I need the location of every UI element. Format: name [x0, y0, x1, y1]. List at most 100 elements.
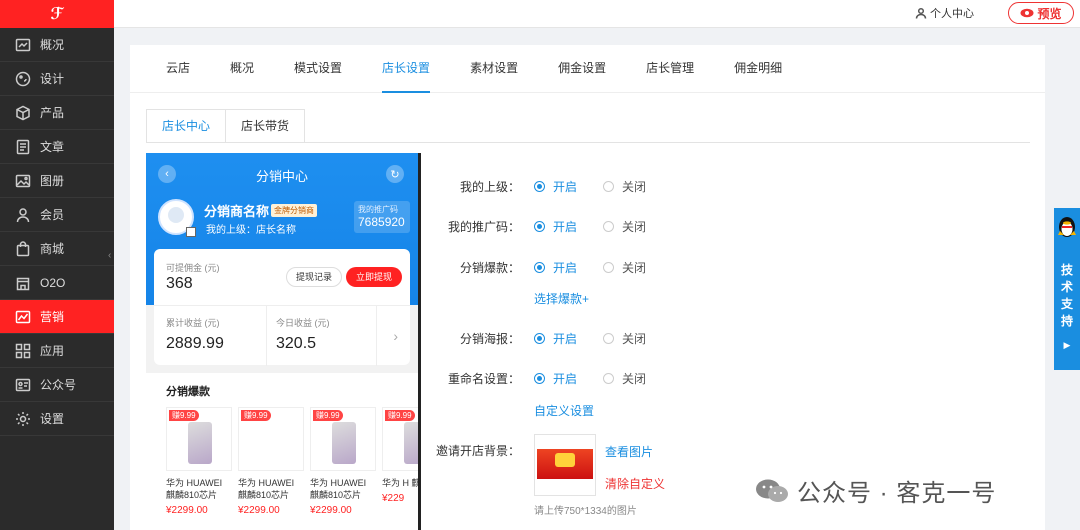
sidebar-item-article[interactable]: 文章 [0, 130, 114, 164]
refresh-icon: ↻ [386, 165, 404, 183]
setting-row-promo-code: 我的推广码： 开启 关闭 [420, 217, 646, 235]
radio-dot [534, 372, 545, 384]
tab-material-settings[interactable]: 素材设置 [470, 45, 518, 93]
product-name: 华为 HUAWEI 麒麟810芯片 [238, 478, 295, 500]
divider [146, 142, 1030, 143]
withdrawable-value: 368 [166, 275, 193, 292]
radio-label: 开启 [553, 219, 578, 234]
tab-commission-details[interactable]: 佣金明细 [734, 45, 782, 93]
tab-overview[interactable]: 概况 [230, 45, 254, 93]
tab-manager-management[interactable]: 店长管理 [646, 45, 694, 93]
user-center-label: 个人中心 [930, 8, 974, 20]
radio-poster-off[interactable]: 关闭 [603, 330, 646, 347]
radio-dot [603, 261, 615, 273]
sidebar-item-label: 概况 [40, 38, 65, 52]
radio-label: 关闭 [622, 179, 647, 194]
today-earnings-value: 320.5 [276, 335, 317, 352]
view-image-link[interactable]: 查看图片 [605, 443, 653, 460]
sidebar-item-design[interactable]: 设计 [0, 62, 114, 96]
sidebar-item-label: 应用 [40, 344, 65, 358]
user-icon [14, 206, 32, 224]
sidebar-item-label: 产品 [40, 106, 65, 120]
withdrawable-card: 可提佣金 (元) 368 提现记录 立即提现 [154, 249, 410, 305]
subtab-manager-selling[interactable]: 店长带货 [225, 109, 306, 143]
upload-hint: 请上传750*1334的图片 [534, 506, 637, 517]
product-price: ¥229 [382, 493, 405, 504]
parent-store-label: 我的上级：店长名称 [206, 225, 296, 236]
qq-penguin-icon [1058, 217, 1076, 237]
product-name: 华为 H 麒麟810 [382, 478, 421, 488]
tech-support-label: 技术支持 [1061, 263, 1074, 328]
product-name: 华为 HUAWEI 麒麟810芯片 [166, 478, 223, 500]
tab-commission-settings[interactable]: 佣金设置 [558, 45, 606, 93]
radio-label: 关闭 [622, 331, 647, 346]
setting-label: 我的上级： [459, 179, 520, 194]
radio-hot-products-on[interactable]: 开启 [534, 259, 577, 276]
radio-dot [534, 220, 545, 232]
radio-promo-code-off[interactable]: 关闭 [603, 218, 646, 235]
tech-support-tab[interactable]: 技术支持 ▶ [1054, 208, 1080, 370]
sidebar-item-label: 设置 [40, 412, 65, 426]
total-earnings-label: 累计收益 (元) [166, 318, 220, 328]
sidebar-item-album[interactable]: 图册 [0, 164, 114, 198]
promo-code-value: 7685920 [358, 215, 405, 229]
tab-mode-settings[interactable]: 模式设置 [294, 45, 342, 93]
radio-label: 开启 [553, 331, 578, 346]
custom-settings-link[interactable]: 自定义设置 [534, 402, 594, 419]
product-name: 华为 HUAWEI 麒麟810芯片 [310, 478, 367, 500]
hot-products-section: 分销爆款 赚9.99 华为 HUAWEI 麒麟810芯片 ¥2299.00 赚9… [146, 373, 421, 530]
radio-poster-on[interactable]: 开启 [534, 330, 577, 347]
sidebar-item-label: 会员 [40, 208, 65, 222]
radio-rename-on[interactable]: 开启 [534, 370, 577, 387]
sidebar-item-settings[interactable]: 设置 [0, 402, 114, 436]
clear-custom-link[interactable]: 清除自定义 [605, 475, 665, 492]
sidebar-item-apps[interactable]: 应用 [0, 334, 114, 368]
sidebar-item-o2o[interactable]: O2O [0, 266, 114, 300]
tab-manager-settings[interactable]: 店长设置 [382, 45, 431, 93]
setting-label: 重命名设置： [447, 371, 520, 386]
commission-tag: 赚9.99 [385, 410, 415, 421]
divider [266, 306, 267, 366]
radio-dot [534, 261, 545, 273]
setting-row-hot-products: 分销爆款： 开启 关闭 [420, 258, 646, 276]
wechat-watermark: 公众号 · 客克一号 [755, 473, 996, 508]
tab-cloud-store[interactable]: 云店 [166, 45, 190, 93]
preview-button[interactable]: 预览 [1008, 2, 1074, 24]
article-icon [14, 138, 32, 156]
sidebar-item-member[interactable]: 会员 [0, 198, 114, 232]
select-products-link[interactable]: 选择爆款+ [534, 290, 589, 307]
invite-background-thumbnail[interactable] [534, 434, 596, 496]
radio-parent-off[interactable]: 关闭 [603, 178, 646, 195]
app-logo[interactable]: ℱ [0, 0, 114, 28]
user-icon [915, 7, 927, 19]
sub-tab-bar: 店长中心 店长带货 [146, 109, 306, 143]
product-price: ¥2299.00 [238, 505, 280, 516]
radio-label: 开启 [553, 371, 578, 386]
sidebar-item-mall[interactable]: 商城 [0, 232, 114, 266]
sidebar-item-official-account[interactable]: 公众号 [0, 368, 114, 402]
total-earnings: 累计收益 (元) 2889.99 [166, 316, 224, 353]
user-center-link[interactable]: 个人中心 [915, 5, 974, 21]
subtab-manager-center[interactable]: 店长中心 [146, 109, 227, 143]
divider [376, 306, 377, 366]
setting-label: 分销爆款： [459, 260, 520, 275]
radio-dot [603, 220, 615, 232]
radio-rename-off[interactable]: 关闭 [603, 370, 646, 387]
radio-promo-code-on[interactable]: 开启 [534, 218, 577, 235]
sidebar-item-product[interactable]: 产品 [0, 96, 114, 130]
radio-dot [603, 180, 615, 192]
top-header: 个人中心 预览 [114, 0, 1080, 28]
sidebar-item-label: 图册 [40, 174, 65, 188]
chevron-right-icon: › [393, 328, 398, 344]
sidebar-item-marketing[interactable]: 营销 [0, 300, 114, 334]
wechat-icon [756, 479, 788, 502]
sidebar-collapse-chevron-icon[interactable]: ‹ [108, 250, 120, 264]
radio-parent-on[interactable]: 开启 [534, 178, 577, 195]
earnings-card: 累计收益 (元) 2889.99 今日收益 (元) 320.5 › [154, 305, 410, 366]
sidebar-item-overview[interactable]: 概况 [0, 28, 114, 62]
product-price: ¥2299.00 [310, 505, 352, 516]
setting-label: 分销海报： [459, 331, 520, 346]
radio-dot [603, 332, 615, 344]
radio-hot-products-off[interactable]: 关闭 [603, 259, 646, 276]
image-icon [14, 172, 32, 190]
